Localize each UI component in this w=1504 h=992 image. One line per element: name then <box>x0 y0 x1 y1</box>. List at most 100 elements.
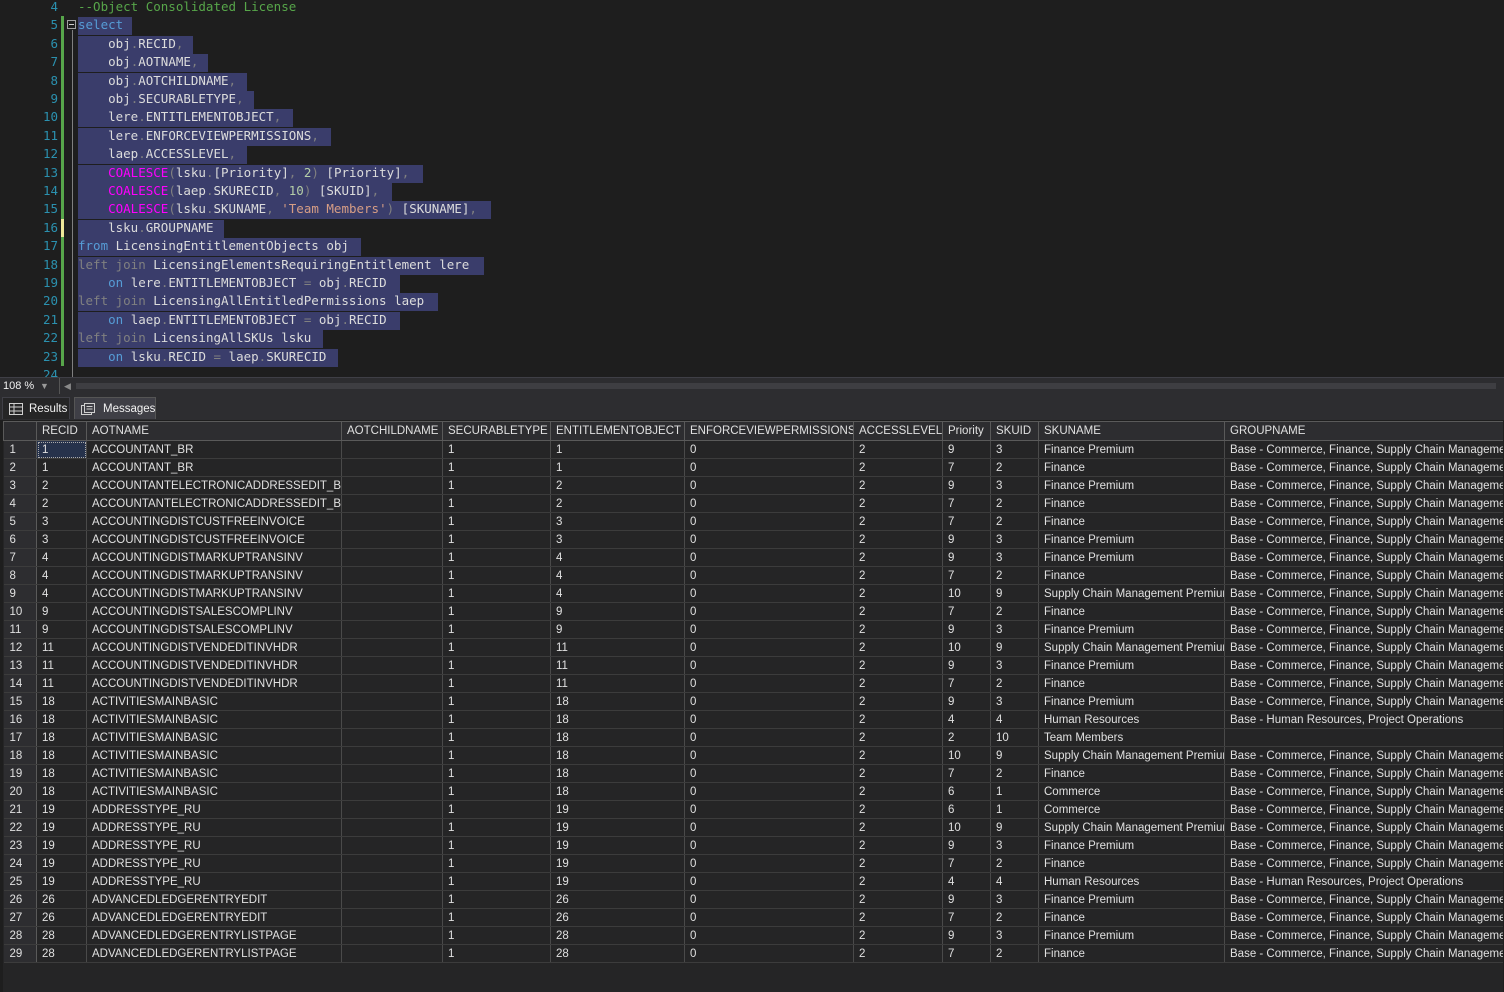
table-cell[interactable]: 2 <box>853 782 943 801</box>
table-cell[interactable]: 2 <box>990 566 1039 585</box>
table-cell[interactable]: 2 <box>853 926 943 945</box>
table-cell[interactable] <box>341 476 443 495</box>
table-cell[interactable]: 0 <box>684 476 854 495</box>
table-row[interactable]: 24 19 ADDRESSTYPE_RU 1 19 0 2 7 2 Finance Base - C… <box>3 854 1503 873</box>
table-cell[interactable]: ADVANCEDLEDGERENTRYEDIT <box>86 908 342 927</box>
row-number-cell[interactable]: 7 <box>3 548 37 567</box>
table-cell[interactable]: 2 <box>990 854 1039 873</box>
table-cell[interactable]: 2 <box>853 584 943 603</box>
table-cell[interactable]: 7 <box>942 512 991 531</box>
table-row[interactable]: 23 19 ADDRESSTYPE_RU 1 19 0 2 9 3 Finance Premium… <box>3 836 1503 855</box>
table-cell[interactable]: Base - Commerce, Finance, Supply Chain M… <box>1224 656 1503 675</box>
table-cell[interactable]: 2 <box>990 764 1039 783</box>
row-number-cell[interactable]: 17 <box>3 728 37 747</box>
table-cell[interactable]: 4 <box>990 872 1039 891</box>
table-cell[interactable]: 9 <box>990 584 1039 603</box>
table-cell[interactable]: 0 <box>684 566 854 585</box>
table-row[interactable]: 15 18 ACTIVITIESMAINBASIC 1 18 0 2 9 3 Finance Pr… <box>3 692 1503 711</box>
table-cell[interactable]: 0 <box>684 836 854 855</box>
table-cell[interactable]: Base - Human Resources, Project Operatio… <box>1224 710 1503 729</box>
table-row[interactable]: 28 28 ADVANCEDLEDGERENTRYLISTPAGE 1 28 0 2 9 3 Fi… <box>3 926 1503 945</box>
table-cell[interactable]: 19 <box>36 818 87 837</box>
column-header[interactable]: ACCESSLEVEL <box>853 421 943 441</box>
table-cell[interactable]: 3 <box>550 512 685 531</box>
table-cell[interactable]: Supply Chain Management Premium <box>1038 638 1225 657</box>
table-cell[interactable]: 3 <box>36 512 87 531</box>
table-cell[interactable]: 18 <box>550 728 685 747</box>
table-cell[interactable]: ADDRESSTYPE_RU <box>86 818 342 837</box>
table-cell[interactable]: Base - Human Resources, Project Operatio… <box>1224 872 1503 891</box>
row-number-cell[interactable]: 4 <box>3 494 37 513</box>
table-cell[interactable]: 1 <box>442 548 551 567</box>
table-cell[interactable]: 7 <box>942 764 991 783</box>
table-cell[interactable]: Finance <box>1038 494 1225 513</box>
table-cell[interactable]: 0 <box>684 548 854 567</box>
row-number-header[interactable] <box>3 421 37 441</box>
table-cell[interactable]: 18 <box>550 764 685 783</box>
table-cell[interactable]: 3 <box>990 836 1039 855</box>
table-cell[interactable]: 4 <box>550 548 685 567</box>
table-row[interactable]: 27 26 ADVANCEDLEDGERENTRYEDIT 1 26 0 2 7 2 Financ… <box>3 908 1503 927</box>
table-cell[interactable]: 2 <box>942 728 991 747</box>
table-cell[interactable]: 2 <box>853 854 943 873</box>
table-cell[interactable]: 0 <box>684 458 854 477</box>
table-cell[interactable]: 7 <box>942 854 991 873</box>
table-cell[interactable] <box>341 728 443 747</box>
table-cell[interactable]: 1 <box>442 458 551 477</box>
table-cell[interactable]: 28 <box>550 926 685 945</box>
table-cell[interactable]: 3 <box>990 530 1039 549</box>
table-cell[interactable]: ACCOUNTANTELECTRONICADDRESSEDIT_BR <box>86 494 342 513</box>
row-number-cell[interactable]: 6 <box>3 530 37 549</box>
table-cell[interactable]: 9 <box>990 746 1039 765</box>
table-cell[interactable]: Base - Commerce, Finance, Supply Chain M… <box>1224 674 1503 693</box>
table-cell[interactable]: 7 <box>942 566 991 585</box>
table-cell[interactable]: Finance Premium <box>1038 890 1225 909</box>
table-cell[interactable]: 1 <box>442 440 551 459</box>
table-cell[interactable]: Finance <box>1038 566 1225 585</box>
table-cell[interactable]: 0 <box>684 728 854 747</box>
table-cell[interactable]: 11 <box>36 638 87 657</box>
table-cell[interactable]: 1 <box>442 566 551 585</box>
table-cell[interactable]: ACCOUNTINGDISTVENDEDITINVHDR <box>86 638 342 657</box>
table-cell[interactable]: 2 <box>853 530 943 549</box>
table-cell[interactable]: 2 <box>853 656 943 675</box>
table-cell[interactable]: 1 <box>442 926 551 945</box>
table-cell[interactable]: 2 <box>36 494 87 513</box>
table-cell[interactable]: 2 <box>853 440 943 459</box>
table-cell[interactable]: 19 <box>36 872 87 891</box>
table-cell[interactable]: 1 <box>990 800 1039 819</box>
table-cell[interactable]: 1 <box>550 440 685 459</box>
table-cell[interactable]: Base - Commerce, Finance, Supply Chain M… <box>1224 494 1503 513</box>
table-row[interactable]: 14 11 ACCOUNTINGDISTVENDEDITINVHDR 1 11 0 2 7 2 F… <box>3 674 1503 693</box>
table-cell[interactable]: 10 <box>990 728 1039 747</box>
table-cell[interactable]: 9 <box>942 926 991 945</box>
table-cell[interactable]: 10 <box>942 818 991 837</box>
table-cell[interactable]: 7 <box>942 908 991 927</box>
results-grid[interactable]: RECID AOTNAME AOTCHILDNAME SECURABLETYPE ENT… <box>3 421 1503 992</box>
table-cell[interactable]: Finance Premium <box>1038 620 1225 639</box>
table-cell[interactable]: 10 <box>942 746 991 765</box>
table-cell[interactable]: Finance Premium <box>1038 476 1225 495</box>
table-row[interactable]: 20 18 ACTIVITIESMAINBASIC 1 18 0 2 6 1 Commerce Ba… <box>3 782 1503 801</box>
table-cell[interactable]: 2 <box>990 944 1039 963</box>
table-cell[interactable]: ADVANCEDLEDGERENTRYEDIT <box>86 890 342 909</box>
table-cell[interactable]: Finance Premium <box>1038 692 1225 711</box>
table-cell[interactable]: ACCOUNTANTELECTRONICADDRESSEDIT_BR <box>86 476 342 495</box>
tab-messages[interactable]: Messages <box>74 397 156 419</box>
table-cell[interactable] <box>341 530 443 549</box>
table-cell[interactable]: Finance Premium <box>1038 926 1225 945</box>
table-cell[interactable]: 2 <box>853 908 943 927</box>
table-cell[interactable]: 9 <box>942 620 991 639</box>
table-cell[interactable]: ADDRESSTYPE_RU <box>86 800 342 819</box>
table-row[interactable]: 21 19 ADDRESSTYPE_RU 1 19 0 2 6 1 Commerce Base - … <box>3 800 1503 819</box>
table-row[interactable]: 7 4 ACCOUNTINGDISTMARKUPTRANSINV 1 4 0 2 9 3 Fina… <box>3 548 1503 567</box>
table-row[interactable]: 9 4 ACCOUNTINGDISTMARKUPTRANSINV 1 4 0 2 10 9 Sup… <box>3 584 1503 603</box>
table-cell[interactable]: 19 <box>36 836 87 855</box>
table-cell[interactable]: 4 <box>36 584 87 603</box>
table-cell[interactable]: 2 <box>853 494 943 513</box>
table-row[interactable]: 8 4 ACCOUNTINGDISTMARKUPTRANSINV 1 4 0 2 7 2 Fina… <box>3 566 1503 585</box>
table-cell[interactable]: 0 <box>684 602 854 621</box>
table-cell[interactable]: Base - Commerce, Finance, Supply Chain M… <box>1224 908 1503 927</box>
table-cell[interactable]: 3 <box>990 476 1039 495</box>
row-number-cell[interactable]: 12 <box>3 638 37 657</box>
